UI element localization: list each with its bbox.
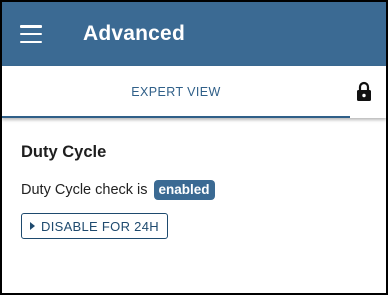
play-arrow-icon <box>30 222 35 230</box>
button-label: DISABLE FOR 24H <box>41 218 159 234</box>
lock-icon[interactable] <box>356 81 372 101</box>
page-title: Advanced <box>83 22 185 45</box>
duty-cycle-status: Duty Cycle check is enabled <box>21 180 386 200</box>
hamburger-menu-icon[interactable] <box>20 25 42 43</box>
status-text: Duty Cycle check is <box>21 182 148 198</box>
duty-cycle-section: Duty Cycle Duty Cycle check is enabled D… <box>2 143 386 239</box>
status-badge: enabled <box>153 180 215 200</box>
tab-expert-view[interactable]: EXPERT VIEW <box>2 66 350 118</box>
tab-indicator <box>2 116 350 118</box>
tab-bar: EXPERT VIEW <box>2 66 386 118</box>
disable-for-24h-button[interactable]: DISABLE FOR 24H <box>21 213 168 239</box>
screen: Advanced EXPERT VIEW Duty Cycle Duty Cyc… <box>0 0 388 295</box>
section-title: Duty Cycle <box>21 143 107 161</box>
app-bar: Advanced <box>2 2 386 66</box>
tab-label: EXPERT VIEW <box>131 85 221 99</box>
